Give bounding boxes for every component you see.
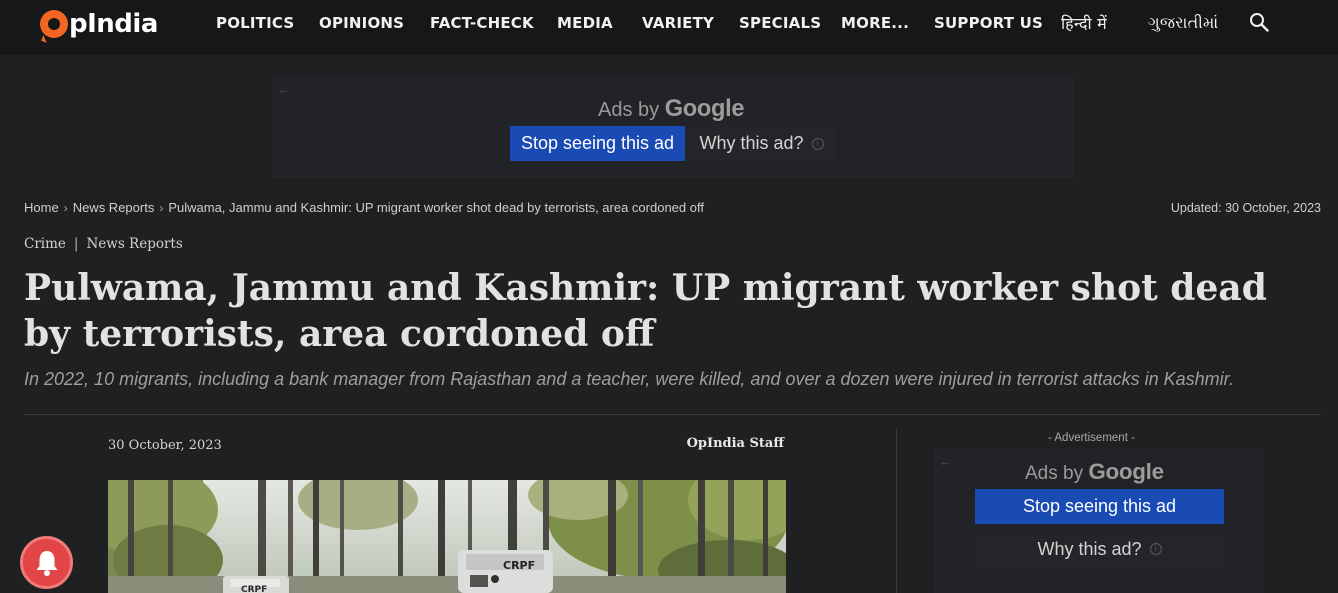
- nav-more[interactable]: MORE...: [841, 0, 909, 45]
- svg-text:CRPF: CRPF: [503, 559, 535, 572]
- google-wordmark: Google: [1088, 459, 1164, 484]
- logo-text: pIndia: [69, 9, 158, 39]
- search-icon[interactable]: [1249, 12, 1269, 32]
- site-header: pIndia POLITICS OPINIONS FACT-CHECK MEDI…: [0, 0, 1338, 55]
- ads-by-text: Ads by: [1025, 463, 1084, 484]
- column-divider: [896, 428, 897, 593]
- article-subheadline: In 2022, 10 migrants, including a bank m…: [24, 369, 1234, 389]
- chevron-right-icon: ›: [63, 200, 68, 215]
- stop-seeing-ad-button[interactable]: Stop seeing this ad: [510, 126, 685, 161]
- publish-date: 30 October, 2023: [108, 438, 222, 453]
- breadcrumb-current: Pulwama, Jammu and Kashmir: UP migrant w…: [168, 200, 704, 215]
- ads-by-text: Ads by: [598, 99, 660, 121]
- nav-gujarati[interactable]: ગુજરાતીમાં: [1148, 0, 1218, 45]
- top-ad-container: ← Ads by Google Stop seeing this ad Why …: [272, 78, 1074, 177]
- info-icon: i: [811, 137, 824, 150]
- nav-politics[interactable]: POLITICS: [216, 0, 294, 45]
- svg-text:CRPF: CRPF: [241, 585, 267, 593]
- nav-media[interactable]: MEDIA: [557, 0, 613, 45]
- ad-back-arrow-icon[interactable]: ←: [277, 81, 291, 97]
- category-news-reports[interactable]: News Reports: [86, 236, 182, 252]
- notification-bell-button[interactable]: [20, 536, 73, 589]
- nav-fact-check[interactable]: FACT-CHECK: [430, 0, 534, 45]
- article-headline: Pulwama, Jammu and Kashmir: UP migrant w…: [24, 267, 1267, 355]
- stop-seeing-ad-button[interactable]: Stop seeing this ad: [975, 489, 1224, 524]
- breadcrumb-home[interactable]: Home: [24, 200, 59, 215]
- bell-icon: [36, 550, 57, 576]
- breadcrumb: Home › News Reports › Pulwama, Jammu and…: [24, 200, 704, 215]
- nav-support-us[interactable]: SUPPORT US: [934, 0, 1043, 45]
- ads-by-google-label: Ads by Google: [1025, 459, 1164, 485]
- nav-specials[interactable]: SPECIALS: [739, 0, 821, 45]
- category-crime[interactable]: Crime: [24, 236, 66, 252]
- category-divider: |: [73, 236, 79, 252]
- author-link[interactable]: OpIndia Staff: [600, 436, 784, 451]
- ad-back-arrow-icon[interactable]: ←: [938, 453, 952, 469]
- logo-mark-icon: [40, 10, 68, 38]
- updated-date: Updated: 30 October, 2023: [1170, 201, 1321, 215]
- opindia-logo[interactable]: pIndia: [40, 6, 158, 42]
- why-this-ad-button[interactable]: Why this ad? i: [975, 531, 1224, 567]
- article-featured-image: CRPF CRPF: [108, 480, 786, 593]
- ads-by-google-label: Ads by Google: [598, 96, 744, 123]
- info-icon: i: [1149, 543, 1162, 555]
- why-this-ad-label: Why this ad?: [1037, 538, 1142, 559]
- nav-hindi[interactable]: हिन्दी में: [1061, 0, 1107, 45]
- advertisement-label: - Advertisement -: [1048, 432, 1135, 444]
- chevron-right-icon: ›: [159, 200, 164, 215]
- nav-variety[interactable]: VARIETY: [642, 0, 714, 45]
- google-wordmark: Google: [664, 96, 745, 122]
- why-this-ad-button[interactable]: Why this ad? i: [686, 126, 837, 161]
- nav-opinions[interactable]: OPINIONS: [319, 0, 404, 45]
- forest-crpf-vehicles-image: CRPF CRPF: [108, 480, 786, 593]
- side-ad-container: ← Ads by Google Stop seeing this ad Why …: [934, 450, 1264, 593]
- breadcrumb-news-reports[interactable]: News Reports: [73, 200, 155, 215]
- category-tags: Crime | News Reports: [24, 236, 183, 252]
- why-this-ad-label: Why this ad?: [699, 133, 804, 153]
- divider: [24, 414, 1321, 415]
